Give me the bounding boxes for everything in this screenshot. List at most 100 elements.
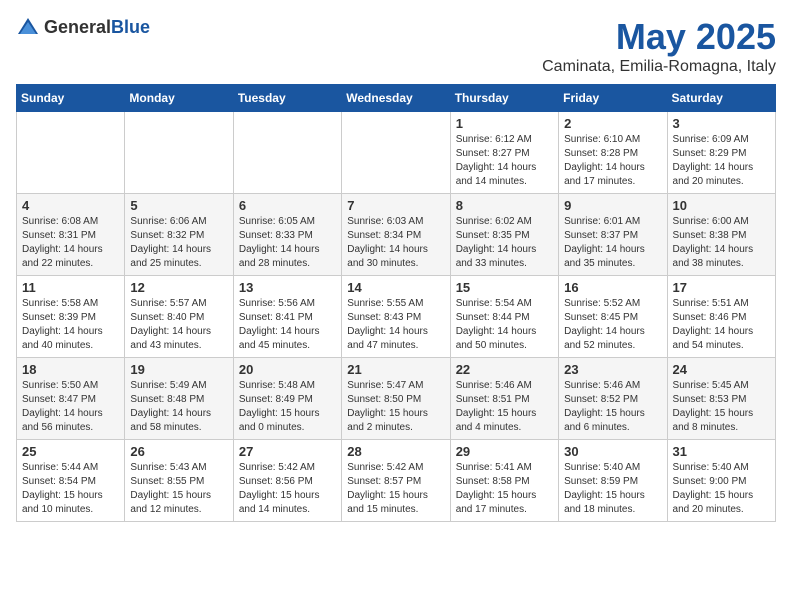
calendar-week-row: 18Sunrise: 5:50 AM Sunset: 8:47 PM Dayli… [17, 358, 776, 440]
calendar-cell: 14 Sunrise: 5:55 AM Sunset: 8:43 PM Dayli… [342, 276, 450, 358]
day-number: 14 [347, 280, 444, 295]
calendar-cell: 31 Sunrise: 5:40 AM Sunset: 9:00 PM Dayli… [667, 440, 775, 522]
day-info: Sunrise: 5:50 AM Sunset: 8:47 PM Dayligh… [22, 379, 119, 435]
day-number: 25 [22, 444, 119, 459]
day-info: Sunrise: 5:40 AM Sunset: 8:59 PM Dayligh… [564, 461, 661, 517]
day-info: Sunrise: 6:08 AM Sunset: 8:31 PM Dayligh… [22, 215, 119, 271]
day-number: 17 [673, 280, 770, 295]
calendar-cell: 27 Sunrise: 5:42 AM Sunset: 8:56 PM Dayli… [233, 440, 341, 522]
day-info: Sunrise: 5:55 AM Sunset: 8:43 PM Dayligh… [347, 297, 444, 353]
weekday-header-monday: Monday [125, 85, 233, 112]
day-info: Sunrise: 5:46 AM Sunset: 8:52 PM Dayligh… [564, 379, 661, 435]
day-info: Sunrise: 5:48 AM Sunset: 8:49 PM Dayligh… [239, 379, 336, 435]
calendar-cell: 4Sunrise: 6:08 AM Sunset: 8:31 PM Daylig… [17, 194, 125, 276]
day-number: 29 [456, 444, 553, 459]
logo-blue-text: Blue [111, 17, 150, 37]
day-number: 8 [456, 198, 553, 213]
calendar-cell: 11 Sunrise: 5:58 AM Sunset: 8:39 PM Dayli… [17, 276, 125, 358]
calendar-cell: 15Sunrise: 5:54 AM Sunset: 8:44 PM Dayli… [450, 276, 558, 358]
day-number: 7 [347, 198, 444, 213]
day-number: 21 [347, 362, 444, 377]
day-info: Sunrise: 5:40 AM Sunset: 9:00 PM Dayligh… [673, 461, 770, 517]
calendar-cell: 5 Sunrise: 6:06 AM Sunset: 8:32 PM Daylig… [125, 194, 233, 276]
calendar-week-row: 11 Sunrise: 5:58 AM Sunset: 8:39 PM Dayli… [17, 276, 776, 358]
calendar-cell: 13 Sunrise: 5:56 AM Sunset: 8:41 PM Dayli… [233, 276, 341, 358]
calendar-cell [125, 112, 233, 194]
day-info: Sunrise: 5:51 AM Sunset: 8:46 PM Dayligh… [673, 297, 770, 353]
calendar-cell [342, 112, 450, 194]
day-info: Sunrise: 6:06 AM Sunset: 8:32 PM Dayligh… [130, 215, 227, 271]
day-info: Sunrise: 6:01 AM Sunset: 8:37 PM Dayligh… [564, 215, 661, 271]
calendar-cell: 21Sunrise: 5:47 AM Sunset: 8:50 PM Dayli… [342, 358, 450, 440]
day-number: 3 [673, 116, 770, 131]
weekday-header-friday: Friday [559, 85, 667, 112]
calendar-week-row: 1 Sunrise: 6:12 AM Sunset: 8:27 PM Daylig… [17, 112, 776, 194]
calendar-cell: 28 Sunrise: 5:42 AM Sunset: 8:57 PM Dayli… [342, 440, 450, 522]
day-number: 26 [130, 444, 227, 459]
day-number: 10 [673, 198, 770, 213]
day-info: Sunrise: 5:52 AM Sunset: 8:45 PM Dayligh… [564, 297, 661, 353]
day-info: Sunrise: 5:57 AM Sunset: 8:40 PM Dayligh… [130, 297, 227, 353]
calendar-cell: 16Sunrise: 5:52 AM Sunset: 8:45 PM Dayli… [559, 276, 667, 358]
calendar-cell [17, 112, 125, 194]
calendar-cell: 9 Sunrise: 6:01 AM Sunset: 8:37 PM Daylig… [559, 194, 667, 276]
day-info: Sunrise: 5:42 AM Sunset: 8:57 PM Dayligh… [347, 461, 444, 517]
day-number: 2 [564, 116, 661, 131]
day-info: Sunrise: 5:49 AM Sunset: 8:48 PM Dayligh… [130, 379, 227, 435]
weekday-header-sunday: Sunday [17, 85, 125, 112]
calendar-cell: 3 Sunrise: 6:09 AM Sunset: 8:29 PM Daylig… [667, 112, 775, 194]
day-info: Sunrise: 5:44 AM Sunset: 8:54 PM Dayligh… [22, 461, 119, 517]
calendar-cell [233, 112, 341, 194]
day-info: Sunrise: 5:54 AM Sunset: 8:44 PM Dayligh… [456, 297, 553, 353]
day-number: 6 [239, 198, 336, 213]
calendar-week-row: 4Sunrise: 6:08 AM Sunset: 8:31 PM Daylig… [17, 194, 776, 276]
calendar-cell: 26 Sunrise: 5:43 AM Sunset: 8:55 PM Dayli… [125, 440, 233, 522]
weekday-header-thursday: Thursday [450, 85, 558, 112]
calendar-cell: 18Sunrise: 5:50 AM Sunset: 8:47 PM Dayli… [17, 358, 125, 440]
day-number: 13 [239, 280, 336, 295]
day-number: 27 [239, 444, 336, 459]
logo: GeneralBlue [16, 16, 150, 40]
day-info: Sunrise: 5:58 AM Sunset: 8:39 PM Dayligh… [22, 297, 119, 353]
calendar-table: SundayMondayTuesdayWednesdayThursdayFrid… [16, 84, 776, 522]
day-info: Sunrise: 5:41 AM Sunset: 8:58 PM Dayligh… [456, 461, 553, 517]
weekday-header-wednesday: Wednesday [342, 85, 450, 112]
day-info: Sunrise: 5:46 AM Sunset: 8:51 PM Dayligh… [456, 379, 553, 435]
day-number: 19 [130, 362, 227, 377]
day-info: Sunrise: 6:09 AM Sunset: 8:29 PM Dayligh… [673, 133, 770, 189]
day-info: Sunrise: 6:10 AM Sunset: 8:28 PM Dayligh… [564, 133, 661, 189]
day-info: Sunrise: 5:42 AM Sunset: 8:56 PM Dayligh… [239, 461, 336, 517]
day-number: 9 [564, 198, 661, 213]
day-info: Sunrise: 6:12 AM Sunset: 8:27 PM Dayligh… [456, 133, 553, 189]
day-number: 23 [564, 362, 661, 377]
calendar-cell: 6 Sunrise: 6:05 AM Sunset: 8:33 PM Daylig… [233, 194, 341, 276]
calendar-cell: 19 Sunrise: 5:49 AM Sunset: 8:48 PM Dayli… [125, 358, 233, 440]
logo-general-text: General [44, 17, 111, 37]
day-number: 20 [239, 362, 336, 377]
weekday-header-tuesday: Tuesday [233, 85, 341, 112]
day-number: 11 [22, 280, 119, 295]
day-number: 28 [347, 444, 444, 459]
day-number: 1 [456, 116, 553, 131]
calendar-cell: 1 Sunrise: 6:12 AM Sunset: 8:27 PM Daylig… [450, 112, 558, 194]
title-area: May 2025 Caminata, Emilia-Romagna, Italy [542, 16, 776, 76]
calendar-cell: 10 Sunrise: 6:00 AM Sunset: 8:38 PM Dayli… [667, 194, 775, 276]
day-number: 5 [130, 198, 227, 213]
day-info: Sunrise: 5:56 AM Sunset: 8:41 PM Dayligh… [239, 297, 336, 353]
calendar-cell: 20 Sunrise: 5:48 AM Sunset: 8:49 PM Dayli… [233, 358, 341, 440]
day-info: Sunrise: 6:00 AM Sunset: 8:38 PM Dayligh… [673, 215, 770, 271]
calendar-cell: 17 Sunrise: 5:51 AM Sunset: 8:46 PM Dayli… [667, 276, 775, 358]
day-info: Sunrise: 5:43 AM Sunset: 8:55 PM Dayligh… [130, 461, 227, 517]
day-number: 31 [673, 444, 770, 459]
day-info: Sunrise: 6:05 AM Sunset: 8:33 PM Dayligh… [239, 215, 336, 271]
day-info: Sunrise: 6:03 AM Sunset: 8:34 PM Dayligh… [347, 215, 444, 271]
day-info: Sunrise: 5:45 AM Sunset: 8:53 PM Dayligh… [673, 379, 770, 435]
calendar-cell: 2 Sunrise: 6:10 AM Sunset: 8:28 PM Daylig… [559, 112, 667, 194]
calendar-cell: 12Sunrise: 5:57 AM Sunset: 8:40 PM Dayli… [125, 276, 233, 358]
calendar-cell: 8Sunrise: 6:02 AM Sunset: 8:35 PM Daylig… [450, 194, 558, 276]
calendar-cell: 29 Sunrise: 5:41 AM Sunset: 8:58 PM Dayli… [450, 440, 558, 522]
month-title: May 2025 [542, 16, 776, 58]
calendar-cell: 22Sunrise: 5:46 AM Sunset: 8:51 PM Dayli… [450, 358, 558, 440]
calendar-cell: 25 Sunrise: 5:44 AM Sunset: 8:54 PM Dayli… [17, 440, 125, 522]
page-header: GeneralBlue May 2025 Caminata, Emilia-Ro… [16, 16, 776, 76]
